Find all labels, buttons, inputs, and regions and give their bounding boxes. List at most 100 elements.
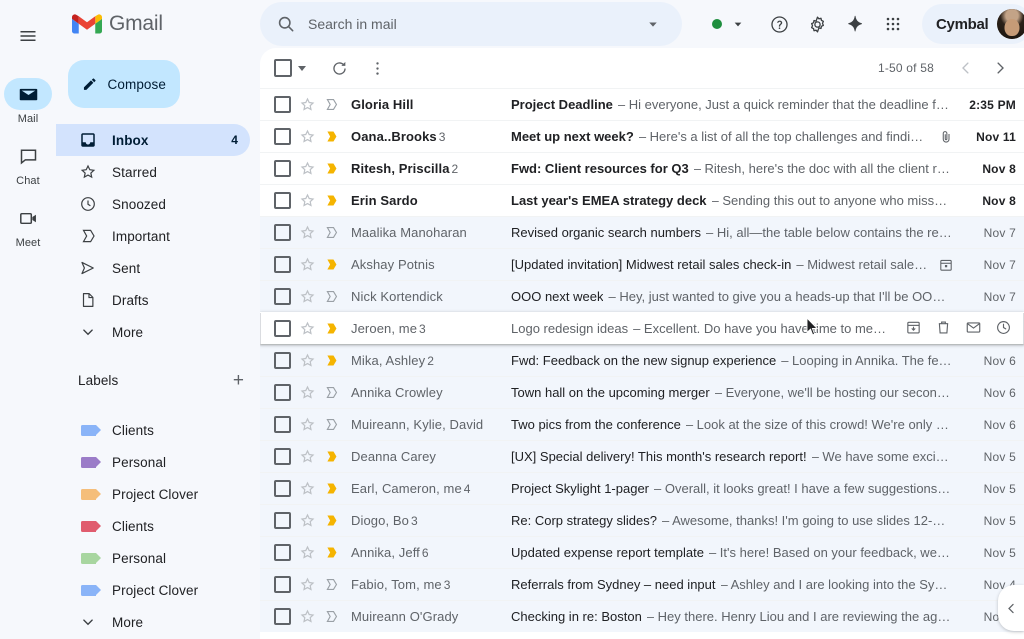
pagination-prev-button[interactable] [950,52,982,84]
row-checkbox[interactable] [274,96,291,113]
gemini-button[interactable] [836,5,874,43]
rail-item-chat[interactable]: Chat [0,140,56,188]
row-checkbox[interactable] [274,384,291,401]
table-row[interactable]: Maalika ManoharanRevised organic search … [260,216,1024,248]
select-all-checkbox[interactable] [274,59,292,77]
important-marker-icon[interactable] [323,608,343,625]
presence-status-button[interactable] [710,16,748,32]
refresh-button[interactable] [322,51,356,85]
table-row[interactable]: Nick KortendickOOO next week– Hey, just … [260,280,1024,312]
row-checkbox[interactable] [274,512,291,529]
star-icon[interactable] [299,416,319,433]
important-marker-icon[interactable] [323,384,343,401]
star-icon[interactable] [299,224,319,241]
table-row[interactable]: Diogo, Bo3Re: Corp strategy slides?– Awe… [260,504,1024,536]
table-row[interactable]: Ritesh, Priscilla2Fwd: Client resources … [260,152,1024,184]
important-marker-icon[interactable] [323,416,343,433]
search-input[interactable] [308,16,622,32]
important-marker-icon[interactable] [323,544,343,561]
table-row[interactable]: Jeroen, me3Logo redesign ideas– Excellen… [260,312,1024,344]
important-marker-icon[interactable] [323,352,343,369]
sidebar-item-inbox[interactable]: Inbox 4 [56,124,250,156]
sidebar-item-drafts[interactable]: Drafts [56,284,250,316]
important-marker-icon[interactable] [323,96,343,113]
rail-item-mail[interactable]: Mail [0,78,56,126]
star-icon[interactable] [299,192,319,209]
table-row[interactable]: Mika, Ashley2Fwd: Feedback on the new si… [260,344,1024,376]
sidebar-item-starred[interactable]: Starred [56,156,250,188]
table-row[interactable]: Gloria HillProject Deadline– Hi everyone… [260,88,1024,120]
search-bar[interactable] [260,2,682,46]
star-icon[interactable] [299,320,319,337]
row-checkbox[interactable] [274,192,291,209]
star-icon[interactable] [299,256,319,273]
sidebar-item-snoozed[interactable]: Snoozed [56,188,250,220]
row-checkbox[interactable] [274,288,291,305]
star-icon[interactable] [299,544,319,561]
row-checkbox[interactable] [274,608,291,625]
labels-more-item[interactable]: More [56,606,250,638]
star-icon[interactable] [299,384,319,401]
label-item-1[interactable]: Personal [56,446,250,478]
row-checkbox[interactable] [274,320,291,337]
mark-as-read-button[interactable] [960,316,986,342]
row-checkbox[interactable] [274,352,291,369]
row-checkbox[interactable] [274,416,291,433]
table-row[interactable]: Erin SardoLast year's EMEA strategy deck… [260,184,1024,216]
important-marker-icon[interactable] [323,320,343,337]
google-apps-button[interactable] [874,5,912,43]
sidebar-item-sent[interactable]: Sent [56,252,250,284]
row-checkbox[interactable] [274,128,291,145]
archive-button[interactable] [900,316,926,342]
table-row[interactable]: Oana..Brooks3Meet up next week?– Here's … [260,120,1024,152]
label-item-3[interactable]: Clients [56,510,250,542]
table-row[interactable]: Muireann O'GradyChecking in re: Boston– … [260,600,1024,632]
delete-button[interactable] [930,316,956,342]
star-icon[interactable] [299,512,319,529]
star-icon[interactable] [299,96,319,113]
sidebar-item-more[interactable]: More [56,316,250,348]
table-row[interactable]: Annika CrowleyTown hall on the upcoming … [260,376,1024,408]
star-icon[interactable] [299,352,319,369]
pagination-next-button[interactable] [984,52,1016,84]
compose-button[interactable]: Compose [68,60,180,108]
table-row[interactable]: Annika, Jeff6Updated expense report temp… [260,536,1024,568]
snooze-button[interactable] [990,316,1016,342]
important-marker-icon[interactable] [323,576,343,593]
table-row[interactable]: Fabio, Tom, me3Referrals from Sydney – n… [260,568,1024,600]
row-checkbox[interactable] [274,480,291,497]
plus-icon[interactable]: + [233,371,244,390]
important-marker-icon[interactable] [323,192,343,209]
important-marker-icon[interactable] [323,448,343,465]
rail-item-meet[interactable]: Meet [0,202,56,250]
label-item-0[interactable]: Clients [56,414,250,446]
star-icon[interactable] [299,576,319,593]
important-marker-icon[interactable] [323,480,343,497]
important-marker-icon[interactable] [323,256,343,273]
settings-button[interactable] [798,5,836,43]
row-checkbox[interactable] [274,448,291,465]
star-icon[interactable] [299,608,319,625]
table-row[interactable]: Akshay Potnis[Updated invitation] Midwes… [260,248,1024,280]
table-row[interactable]: Deanna Carey[UX] Special delivery! This … [260,440,1024,472]
more-options-button[interactable] [360,51,394,85]
account-chip[interactable]: Cymbal [922,4,1024,44]
main-menu-button[interactable] [8,16,48,56]
important-marker-icon[interactable] [323,512,343,529]
row-checkbox[interactable] [274,224,291,241]
star-icon[interactable] [299,480,319,497]
important-marker-icon[interactable] [323,288,343,305]
important-marker-icon[interactable] [323,224,343,241]
row-checkbox[interactable] [274,256,291,273]
help-button[interactable] [760,5,798,43]
star-icon[interactable] [299,288,319,305]
table-row[interactable]: Muireann, Kylie, DavidTwo pics from the … [260,408,1024,440]
star-icon[interactable] [299,448,319,465]
important-marker-icon[interactable] [323,128,343,145]
table-row[interactable]: Earl, Cameron, me4Project Skylight 1-pag… [260,472,1024,504]
label-item-2[interactable]: Project Clover [56,478,250,510]
search-options-button[interactable] [634,5,672,43]
row-checkbox[interactable] [274,576,291,593]
avatar[interactable] [997,9,1024,39]
label-item-4[interactable]: Personal [56,542,250,574]
